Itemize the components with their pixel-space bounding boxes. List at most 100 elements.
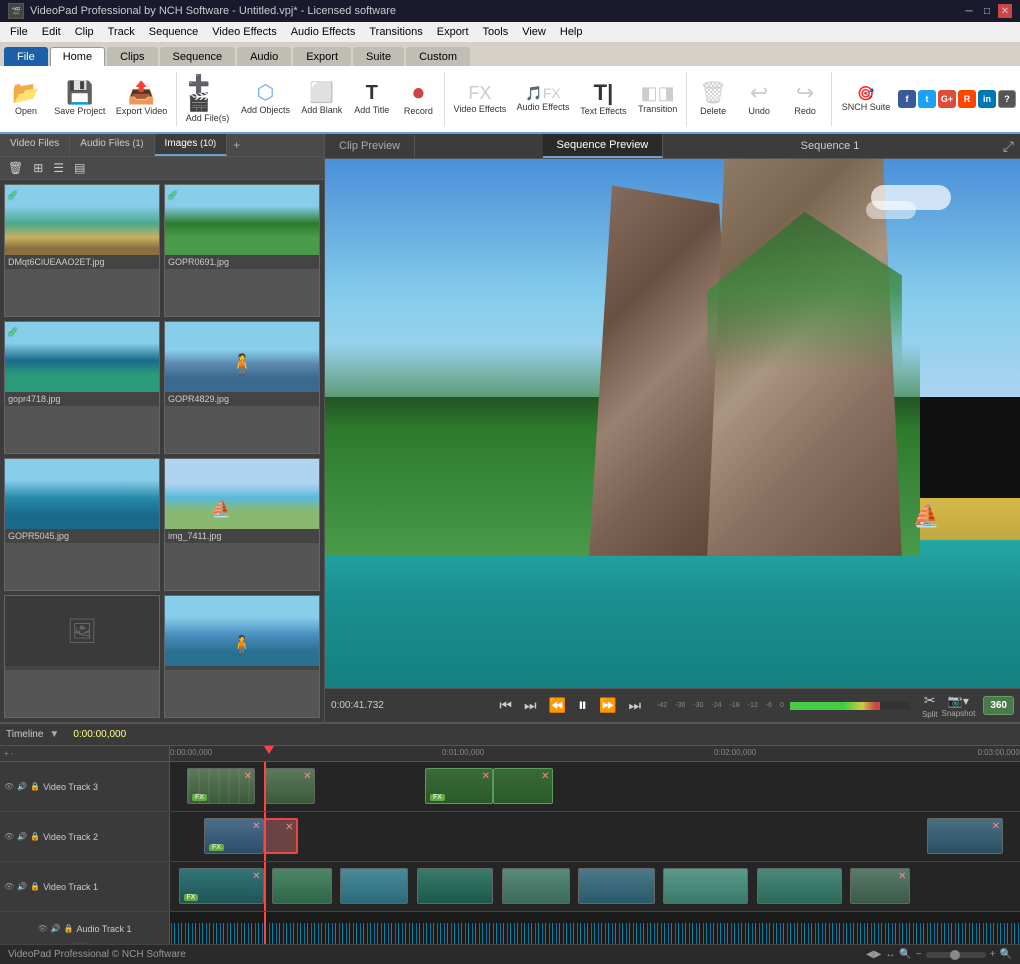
clip-block[interactable]: FX ✕ xyxy=(204,818,264,854)
text-effects-button[interactable]: T| Text Effects xyxy=(576,68,631,130)
close-button[interactable]: ✕ xyxy=(998,4,1012,18)
clip-block[interactable] xyxy=(757,868,842,904)
transition-button[interactable]: ◧◨ Transition xyxy=(633,68,682,130)
track-lock-icon[interactable]: 🔒 xyxy=(30,782,40,791)
list-item[interactable]: ✓ GOPR0691.jpg xyxy=(164,184,320,317)
tab-sequence[interactable]: Sequence xyxy=(160,47,236,66)
status-zoom-out-icon[interactable]: − xyxy=(916,949,922,960)
go-to-end-button[interactable]: ⏭ xyxy=(624,695,645,716)
list-item[interactable]: 🧍 xyxy=(164,595,320,718)
clip-block[interactable] xyxy=(272,868,332,904)
video-effects-button[interactable]: FX Video Effects xyxy=(449,68,510,130)
tab-home[interactable]: Home xyxy=(50,47,105,66)
clip-block[interactable] xyxy=(502,868,570,904)
nch-suite-button[interactable]: 🎯 SNCH Suite xyxy=(836,68,896,130)
export-video-button[interactable]: 📤 Export Video xyxy=(112,68,172,130)
media-details-icon[interactable]: ▤ xyxy=(70,159,89,177)
rewind-button[interactable]: ⏪ xyxy=(545,695,570,716)
pause-button[interactable]: ⏸ xyxy=(574,693,591,718)
window-controls[interactable]: ─ □ ✕ xyxy=(962,4,1012,18)
zoom-out-icon[interactable]: - xyxy=(11,749,14,758)
status-search-icon[interactable]: 🔍 xyxy=(1000,949,1012,960)
media-delete-icon[interactable]: 🗑 xyxy=(4,159,27,177)
list-item[interactable]: 🖼 xyxy=(4,595,160,718)
list-item[interactable]: ⛵ img_7411.jpg xyxy=(164,458,320,591)
track-lock-icon[interactable]: 🔒 xyxy=(30,832,40,841)
play-forward-button[interactable]: ⏩ xyxy=(595,695,620,716)
add-title-button[interactable]: T Add Title xyxy=(349,68,394,130)
menu-view[interactable]: View xyxy=(516,24,552,40)
list-item[interactable]: ✓ gopr4718.jpg xyxy=(4,321,160,454)
save-project-button[interactable]: 💾 Save Project xyxy=(50,68,110,130)
tab-file[interactable]: File xyxy=(4,47,48,66)
clip-block[interactable]: ✕ xyxy=(850,868,910,904)
clip-block[interactable]: ✕ xyxy=(264,818,298,854)
twitter-icon[interactable]: t xyxy=(918,90,936,108)
tab-video-files[interactable]: Video Files xyxy=(0,134,70,156)
status-expand-icon[interactable]: ↔ xyxy=(885,949,895,960)
clip-block[interactable] xyxy=(417,868,494,904)
tab-sequence-preview[interactable]: Sequence Preview xyxy=(543,134,664,158)
menu-track[interactable]: Track xyxy=(102,24,141,40)
360-button[interactable]: 360 xyxy=(983,696,1014,715)
clip-block[interactable]: FX ✕ xyxy=(425,768,493,804)
zoom-slider[interactable] xyxy=(926,952,986,958)
clip-delete-icon[interactable]: ✕ xyxy=(541,771,549,782)
tab-suite[interactable]: Suite xyxy=(353,47,404,66)
audio-eye-icon[interactable]: 👁 xyxy=(37,924,47,933)
go-to-start-button[interactable]: ⏮ xyxy=(495,695,516,716)
add-files-button[interactable]: ➕🎬 Add File(s) xyxy=(180,68,234,130)
media-list-view-icon[interactable]: ☰ xyxy=(49,159,68,177)
media-thumb-view-icon[interactable]: ⊞ xyxy=(29,159,47,177)
status-zoom-in-icon[interactable]: + xyxy=(990,949,996,960)
delete-button[interactable]: 🗑 Delete xyxy=(691,68,735,130)
zoom-handle[interactable] xyxy=(950,950,960,960)
tab-export[interactable]: Export xyxy=(293,47,351,66)
prev-frame-button[interactable]: ⏭ xyxy=(520,695,541,716)
menu-help[interactable]: Help xyxy=(554,24,589,40)
clip-delete-icon[interactable]: ✕ xyxy=(898,871,906,882)
clip-block[interactable] xyxy=(578,868,655,904)
maximize-button[interactable]: □ xyxy=(980,4,994,18)
add-blank-button[interactable]: ⬜ Add Blank xyxy=(296,68,347,130)
audio-settings-icon[interactable]: ♪ xyxy=(91,942,96,945)
track-eye-icon[interactable]: 👁 xyxy=(4,832,14,841)
clip-block[interactable]: ✕ xyxy=(264,768,315,804)
clip-delete-icon[interactable]: ✕ xyxy=(244,771,252,782)
track-mute-icon[interactable]: 🔊 xyxy=(17,832,27,841)
redo-button[interactable]: ↪ Redo xyxy=(783,68,827,130)
clip-delete-icon[interactable]: ✕ xyxy=(992,821,1000,832)
clip-block[interactable]: ✕ xyxy=(927,818,1004,854)
clip-delete-icon[interactable]: ✕ xyxy=(482,771,490,782)
audio-effects-button[interactable]: 🎵FX Audio Effects xyxy=(512,68,573,130)
google-icon[interactable]: G+ xyxy=(938,90,956,108)
open-button[interactable]: 📂 Open xyxy=(4,68,48,130)
clip-block[interactable]: FX ✕ xyxy=(179,868,264,904)
facebook-icon[interactable]: f xyxy=(898,90,916,108)
list-item[interactable]: GOPR5045.jpg xyxy=(4,458,160,591)
track-mute-icon[interactable]: 🔊 xyxy=(17,882,27,891)
menu-audio-effects[interactable]: Audio Effects xyxy=(285,24,362,40)
menu-edit[interactable]: Edit xyxy=(36,24,67,40)
track-mute-icon[interactable]: 🔊 xyxy=(17,782,27,791)
expand-preview-icon[interactable]: ⤢ xyxy=(997,138,1020,155)
clip-block[interactable] xyxy=(340,868,408,904)
audio-mute-icon[interactable]: 🔊 xyxy=(51,924,61,933)
audio-lock-icon[interactable]: 🔒 xyxy=(64,924,74,933)
tab-audio[interactable]: Audio xyxy=(237,47,291,66)
list-item[interactable]: ✓ DMqt6CiUEAAO2ET.jpg xyxy=(4,184,160,317)
add-objects-button[interactable]: ⬡ Add Objects xyxy=(237,68,295,130)
tab-custom[interactable]: Custom xyxy=(406,47,470,66)
clip-delete-icon[interactable]: ✕ xyxy=(303,771,311,782)
undo-button[interactable]: ↩ Undo xyxy=(737,68,781,130)
list-item[interactable]: 🧍 GOPR4829.jpg xyxy=(164,321,320,454)
menu-sequence[interactable]: Sequence xyxy=(143,24,205,40)
clip-block[interactable]: FX ✕ xyxy=(187,768,255,804)
zoom-in-icon[interactable]: + xyxy=(4,749,9,758)
menu-clip[interactable]: Clip xyxy=(69,24,100,40)
tab-clip-preview[interactable]: Clip Preview xyxy=(325,135,415,157)
status-zoom-icon[interactable]: 🔍 xyxy=(899,949,911,960)
rss-icon[interactable]: R xyxy=(958,90,976,108)
dropdown-icon[interactable]: ▼ xyxy=(49,729,59,740)
clip-delete-icon[interactable]: ✕ xyxy=(252,821,260,832)
